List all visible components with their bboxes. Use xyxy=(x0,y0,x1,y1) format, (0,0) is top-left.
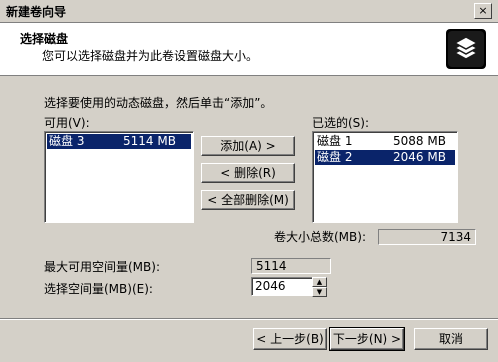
max-space-label: 最大可用空间量(MB): xyxy=(44,260,160,274)
spin-up-button[interactable]: ▲ xyxy=(312,277,327,287)
title-bar: 新建卷向导 × xyxy=(0,0,498,23)
add-button[interactable]: 添加(A) > xyxy=(201,136,295,156)
instruction-text: 选择要使用的动态磁盘，然后单击“添加”。 xyxy=(44,96,273,110)
list-item[interactable]: 磁盘 1 5088 MB xyxy=(315,134,455,149)
page-subtitle: 您可以选择磁盘并为此卷设置磁盘大小。 xyxy=(42,49,259,63)
total-size-label: 卷大小总数(MB): xyxy=(274,230,366,244)
total-size-value: 7134 xyxy=(378,229,476,245)
list-item[interactable]: 磁盘 3 5114 MB xyxy=(47,134,191,149)
max-space-value: 5114 xyxy=(251,258,331,274)
available-disks-list[interactable]: 磁盘 3 5114 MB xyxy=(44,131,194,223)
next-button[interactable]: 下一步(N) > xyxy=(329,327,405,351)
cancel-button[interactable]: 取消 xyxy=(414,328,488,350)
window-title: 新建卷向导 xyxy=(6,5,67,19)
list-item[interactable]: 磁盘 2 2046 MB xyxy=(315,150,455,165)
wizard-header: 选择磁盘 您可以选择磁盘并为此卷设置磁盘大小。 xyxy=(0,23,498,76)
close-button[interactable]: × xyxy=(474,3,492,19)
select-space-label: 选择空间量(MB)(E): xyxy=(44,282,153,296)
spin-down-button[interactable]: ▼ xyxy=(312,287,327,297)
select-space-input[interactable]: 2046 xyxy=(251,277,313,296)
divider xyxy=(0,318,498,320)
selected-label: 已选的(S): xyxy=(312,116,370,130)
remove-button[interactable]: < 删除(R) xyxy=(201,163,295,183)
disk-stack-icon xyxy=(446,29,486,69)
remove-all-button[interactable]: < 全部删除(M) xyxy=(201,190,295,210)
available-label: 可用(V): xyxy=(44,116,90,130)
back-button[interactable]: < 上一步(B) xyxy=(253,328,327,350)
wizard-window: 新建卷向导 × 选择磁盘 您可以选择磁盘并为此卷设置磁盘大小。 选择要使用的动态… xyxy=(0,0,498,362)
selected-disks-list[interactable]: 磁盘 1 5088 MB 磁盘 2 2046 MB xyxy=(312,131,458,223)
page-title: 选择磁盘 xyxy=(20,32,69,46)
